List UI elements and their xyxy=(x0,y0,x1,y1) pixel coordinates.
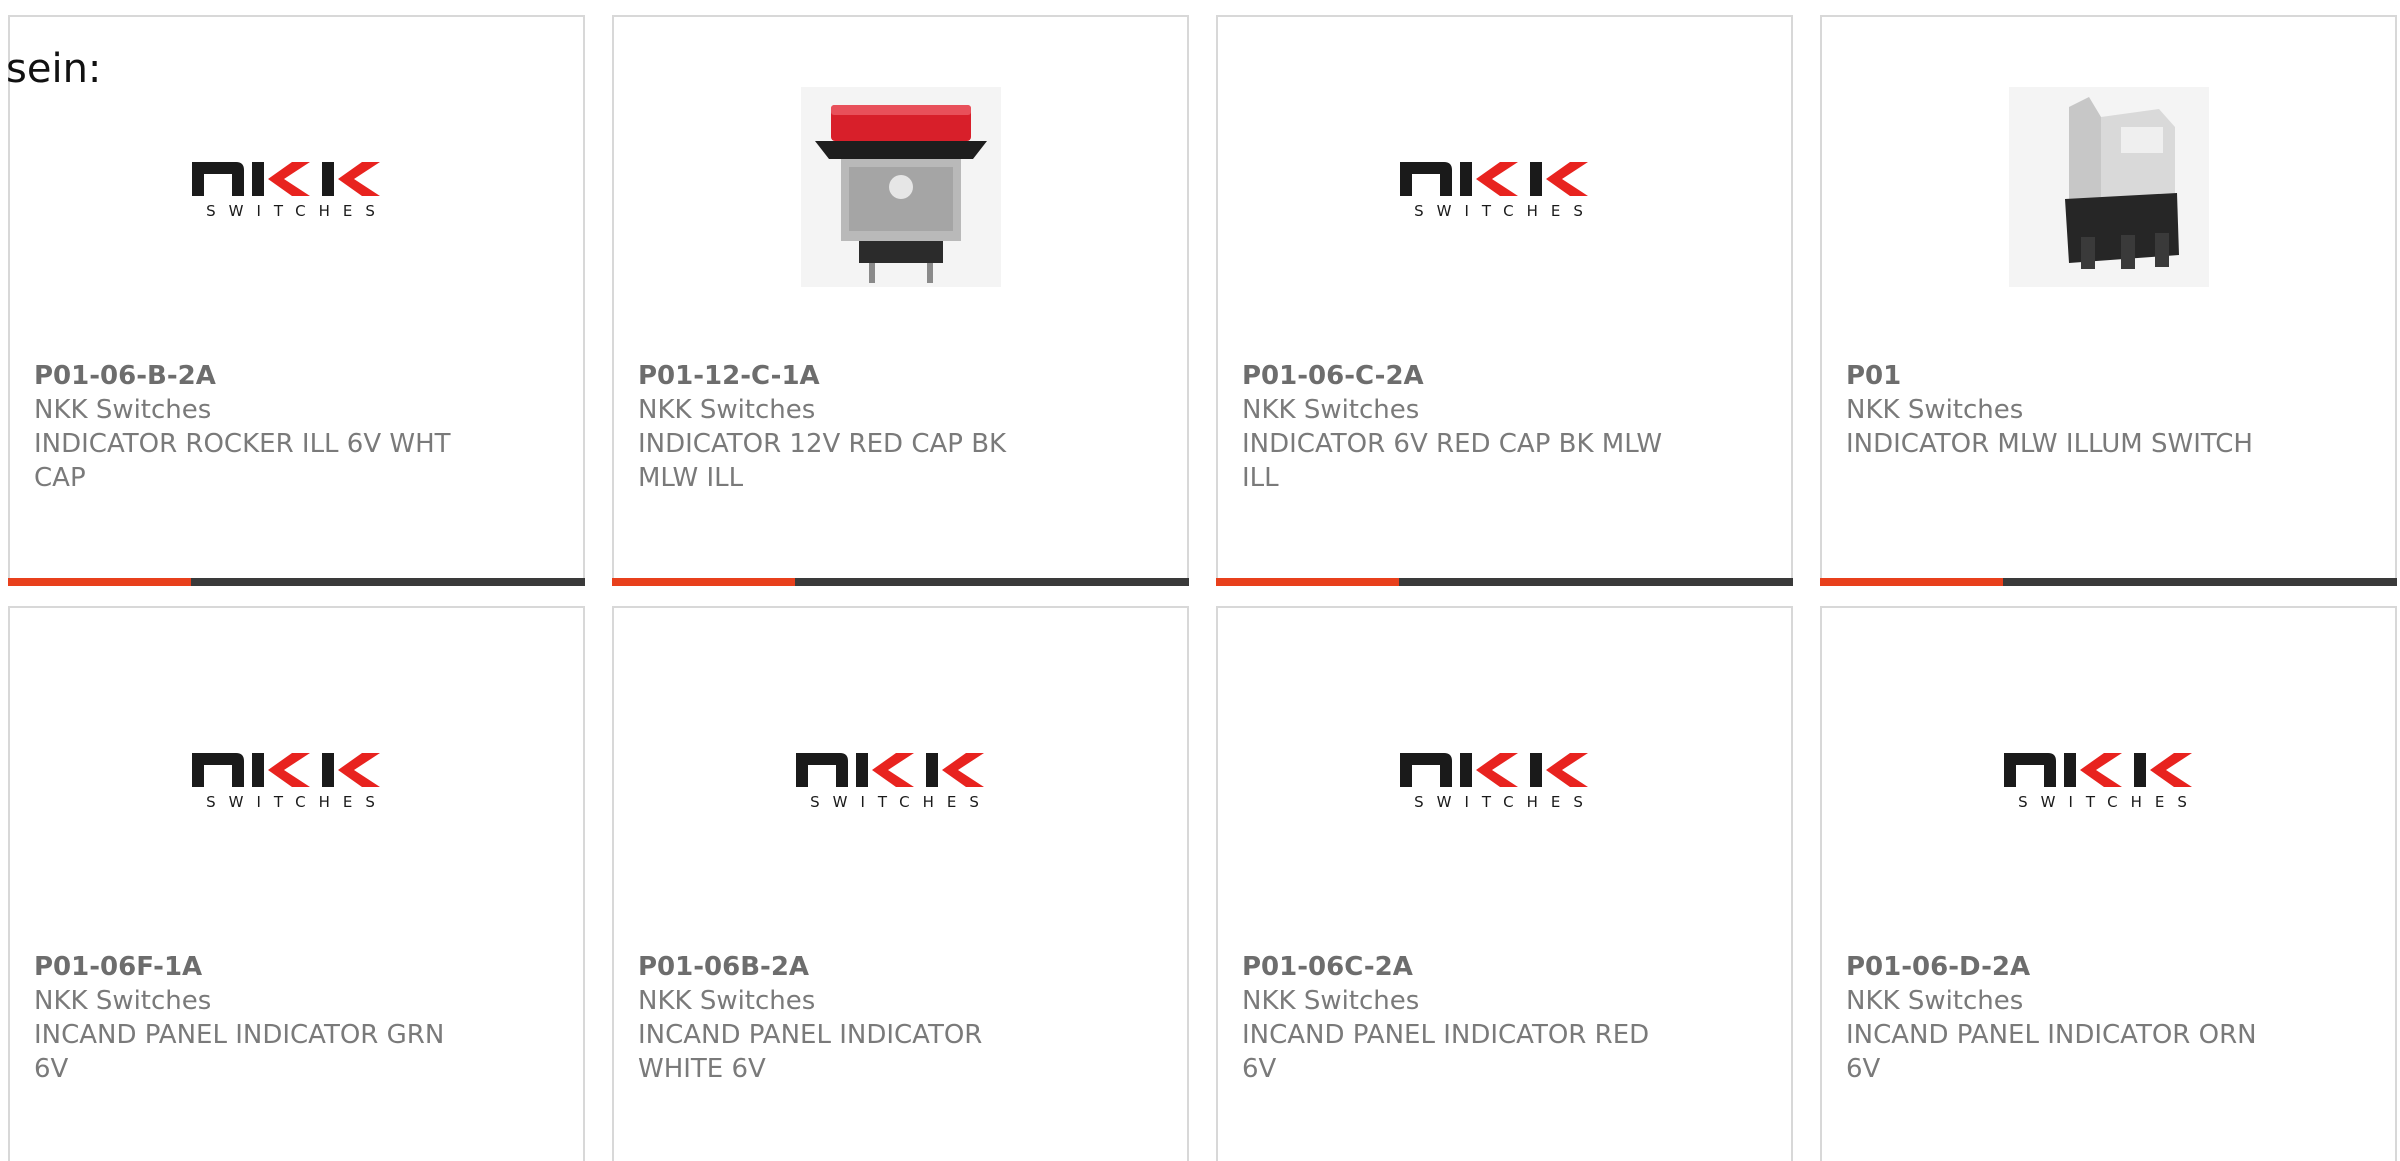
svg-text:SWITCHES: SWITCHES xyxy=(810,793,992,811)
card-bottom-bar xyxy=(1216,578,1793,586)
nkk-logo-image: SWITCHES xyxy=(1822,678,2395,878)
product-card[interactable]: SWITCHES P01-06B-2A NKK Switches INCAND … xyxy=(612,606,1189,1161)
description-line: ILL xyxy=(1242,463,1279,493)
lead-text: sein: xyxy=(6,46,102,92)
manufacturer: NKK Switches xyxy=(1846,986,2024,1016)
metal-switch-photo xyxy=(1822,87,2395,287)
part-number[interactable]: P01-06C-2A xyxy=(1242,950,1672,984)
card-accent-bar xyxy=(612,578,795,586)
product-card[interactable]: SWITCHES P01-06-B-2A NKK Switches INDICA… xyxy=(8,15,585,586)
product-card[interactable]: SWITCHES P01-06-D-2A NKK Switches INCAND… xyxy=(1820,606,2397,1161)
description-line: 6V xyxy=(1846,1054,1881,1084)
product-card[interactable]: SWITCHES P01-06F-1A NKK Switches INCAND … xyxy=(8,606,585,1161)
nkk-logo-image: SWITCHES xyxy=(1218,678,1791,878)
manufacturer: NKK Switches xyxy=(34,986,212,1016)
card-bottom-bar xyxy=(612,578,1189,586)
manufacturer: NKK Switches xyxy=(638,986,816,1016)
description-line: INDICATOR 12V RED CAP BK xyxy=(638,429,1007,459)
manufacturer: NKK Switches xyxy=(1242,395,1420,425)
nkk-logo-image: SWITCHES xyxy=(1218,87,1791,287)
manufacturer: NKK Switches xyxy=(1846,395,2024,425)
product-card[interactable]: P01 NKK Switches INDICATOR MLW ILLUM SWI… xyxy=(1820,15,2397,586)
description-line: INDICATOR MLW ILLUM SWITCH xyxy=(1846,429,2253,459)
manufacturer: NKK Switches xyxy=(638,395,816,425)
description-line: MLW ILL xyxy=(638,463,744,493)
part-number[interactable]: P01-06-D-2A xyxy=(1846,950,2276,984)
part-number[interactable]: P01-06B-2A xyxy=(638,950,1068,984)
description-line: WHITE 6V xyxy=(638,1054,766,1084)
description-line: INCAND PANEL INDICATOR GRN xyxy=(34,1020,445,1050)
part-number[interactable]: P01-06F-1A xyxy=(34,950,464,984)
description-line: INCAND PANEL INDICATOR ORN xyxy=(1846,1020,2257,1050)
card-bottom-bar xyxy=(8,578,585,586)
part-number[interactable]: P01-06-C-2A xyxy=(1242,359,1672,393)
description-line: CAP xyxy=(34,463,86,493)
manufacturer: NKK Switches xyxy=(1242,986,1420,1016)
svg-text:SWITCHES: SWITCHES xyxy=(206,793,388,811)
card-accent-bar xyxy=(8,578,191,586)
nkk-logo-image: SWITCHES xyxy=(10,678,583,878)
description-line: INCAND PANEL INDICATOR RED xyxy=(1242,1020,1650,1050)
part-number[interactable]: P01-12-C-1A xyxy=(638,359,1068,393)
product-card[interactable]: SWITCHES P01-06C-2A NKK Switches INCAND … xyxy=(1216,606,1793,1161)
description-line: INDICATOR 6V RED CAP BK MLW xyxy=(1242,429,1663,459)
card-accent-bar xyxy=(1216,578,1399,586)
card-bottom-bar xyxy=(1820,578,2397,586)
svg-text:SWITCHES: SWITCHES xyxy=(1414,793,1596,811)
description-line: 6V xyxy=(1242,1054,1277,1084)
nkk-logo-image: SWITCHES xyxy=(10,87,583,287)
red-cap-switch-photo xyxy=(614,87,1187,287)
nkk-logo-image: SWITCHES xyxy=(614,678,1187,878)
part-number[interactable]: P01 xyxy=(1846,359,2276,393)
description-line: 6V xyxy=(34,1054,69,1084)
description-line: INDICATOR ROCKER ILL 6V WHT xyxy=(34,429,451,459)
card-accent-bar xyxy=(1820,578,2003,586)
product-card[interactable]: SWITCHES P01-06-C-2A NKK Switches INDICA… xyxy=(1216,15,1793,586)
svg-text:SWITCHES: SWITCHES xyxy=(1414,202,1596,220)
product-grid-page: sein: SWITCHES P01-06-B-2A NKK Switches … xyxy=(0,0,2400,1161)
svg-text:SWITCHES: SWITCHES xyxy=(2018,793,2200,811)
product-card[interactable]: P01-12-C-1A NKK Switches INDICATOR 12V R… xyxy=(612,15,1189,586)
part-number[interactable]: P01-06-B-2A xyxy=(34,359,464,393)
manufacturer: NKK Switches xyxy=(34,395,212,425)
svg-text:SWITCHES: SWITCHES xyxy=(206,202,388,220)
description-line: INCAND PANEL INDICATOR xyxy=(638,1020,983,1050)
